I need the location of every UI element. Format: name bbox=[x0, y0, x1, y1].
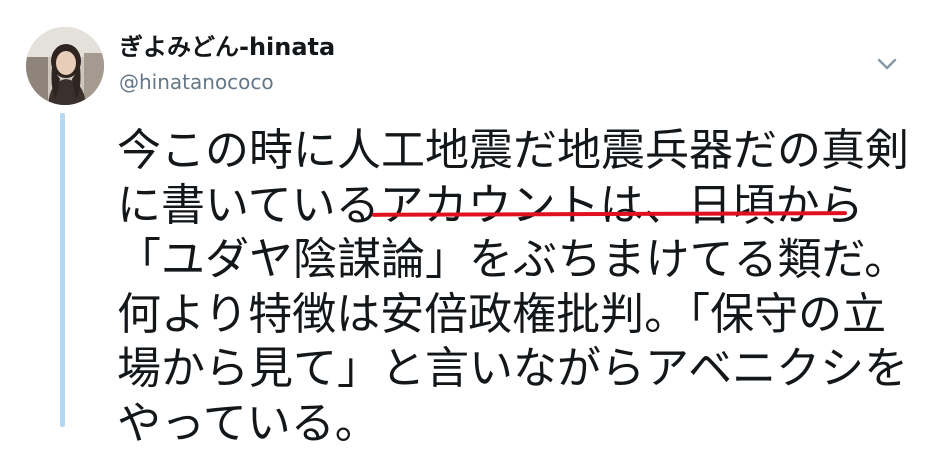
avatar-photo bbox=[26, 27, 104, 105]
tweet-text-line: 場から見て」と言いながらアベニクシを bbox=[117, 342, 907, 397]
tweet-card: ぎよみどん-hinata @hinatanococo 今この時に人工地震だ地震兵… bbox=[0, 0, 929, 427]
thread-line bbox=[60, 113, 65, 427]
tweet-text-line: 何より特徴は安倍政権批判。「保守の立 bbox=[117, 288, 907, 343]
tweet-text-line: 「ユダヤ陰謀論」をぶちまけてる類だ。 bbox=[117, 233, 907, 288]
display-name[interactable]: ぎよみどん-hinata bbox=[119, 32, 335, 62]
avatar[interactable] bbox=[26, 27, 104, 105]
chevron-down-icon[interactable] bbox=[872, 52, 902, 76]
tweet-text-line: に書いているアカウントは、日頃から bbox=[117, 179, 907, 234]
tweet-text: 今この時に人工地震だ地震兵器だの真剣 に書いているアカウントは、日頃から 「ユダ… bbox=[117, 124, 907, 451]
user-handle[interactable]: @hinatanococo bbox=[119, 69, 274, 95]
tweet-text-line: やっている。 bbox=[117, 397, 907, 451]
tweet-text-line: 今この時に人工地震だ地震兵器だの真剣 bbox=[117, 124, 907, 179]
